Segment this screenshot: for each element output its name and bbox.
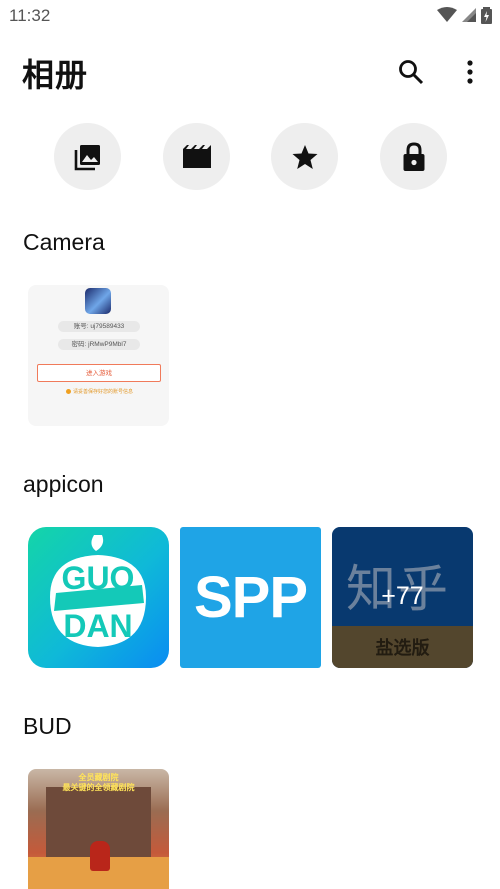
album-thumbnail-camera[interactable]: 账号: uj79589433 密码: jRMwP9Mbl7 进入游戏 请妥善保存…: [28, 285, 169, 426]
lock-icon: [403, 141, 424, 171]
star-icon: [292, 144, 317, 169]
bud-character-image: [90, 841, 110, 871]
quick-actions: [0, 123, 500, 191]
svg-text:GUO: GUO: [62, 560, 135, 596]
bud-caption-line1: 全员藏剧院: [78, 773, 119, 782]
game-app-icon: [85, 288, 111, 314]
status-bar: 11:32: [0, 0, 500, 34]
status-icons: [437, 6, 492, 24]
guodan-app-icon: GUO DAN: [50, 535, 146, 647]
search-button[interactable]: [393, 54, 429, 90]
video-icon: [182, 144, 211, 168]
album-thumbnail-bud[interactable]: 全员藏剧院 最关键的全领藏剧院: [28, 769, 169, 889]
account-field: 账号: uj79589433: [58, 321, 140, 332]
album-thumbnail-spp[interactable]: SPP: [180, 527, 321, 668]
album-thumbnail-guodan[interactable]: GUO DAN: [28, 527, 169, 668]
cellular-signal-icon: [462, 8, 476, 22]
album-title-camera[interactable]: Camera: [23, 229, 105, 256]
spp-label: SPP: [193, 565, 308, 630]
bud-caption: 全员藏剧院 最关键的全领藏剧院: [28, 773, 169, 793]
search-icon: [399, 60, 424, 85]
more-vertical-icon: [467, 60, 473, 84]
more-count-label: +77: [381, 582, 424, 610]
save-note-text: 请妥善保存好您的账号信息: [73, 389, 134, 395]
album-title-appicon[interactable]: appicon: [23, 471, 104, 498]
password-field: 密码: jRMwP9Mbl7: [58, 339, 140, 350]
status-time: 11:32: [9, 6, 51, 25]
svg-text:DAN: DAN: [63, 608, 132, 644]
album-thumbnail-zhihu[interactable]: 知乎 盐选版 +77: [332, 527, 473, 668]
enter-game-label: 进入游戏: [37, 364, 161, 382]
album-title-bud[interactable]: BUD: [23, 713, 72, 740]
warning-dot-icon: [66, 389, 71, 394]
wifi-icon: [437, 7, 457, 22]
photos-button[interactable]: [54, 123, 121, 190]
more-options-button[interactable]: [452, 54, 488, 90]
vault-button[interactable]: [380, 123, 447, 190]
videos-button[interactable]: [163, 123, 230, 190]
page-title: 相册: [22, 56, 89, 94]
save-note: 请妥善保存好您的账号信息: [66, 388, 133, 395]
battery-charging-icon: [481, 7, 492, 24]
bud-caption-line2: 最关键的全领藏剧院: [62, 783, 135, 792]
photo-library-icon: [74, 144, 100, 170]
favorites-button[interactable]: [271, 123, 338, 190]
